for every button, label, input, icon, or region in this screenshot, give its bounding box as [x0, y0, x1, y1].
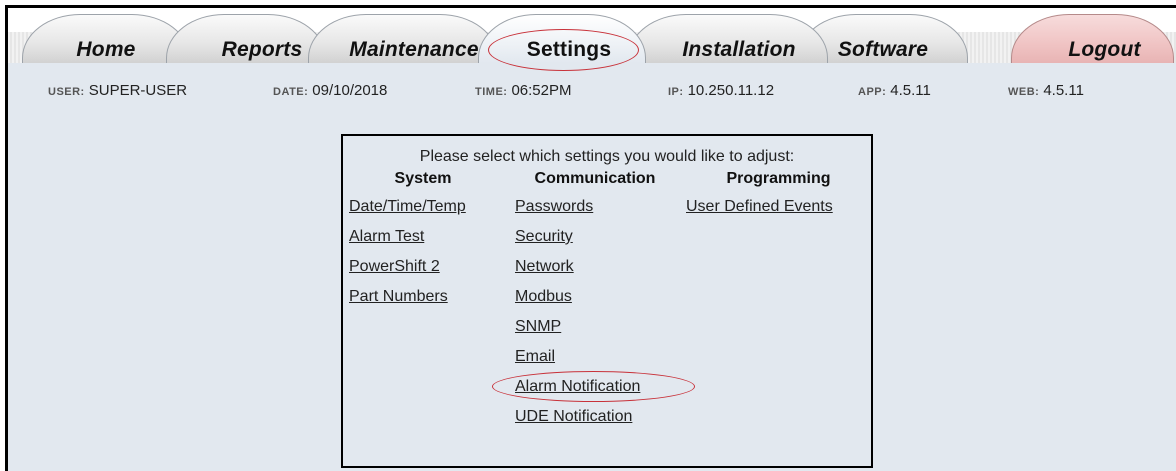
- system-column: System Date/Time/Temp Alarm Test PowerSh…: [349, 170, 497, 312]
- link-alarm-test[interactable]: Alarm Test: [349, 222, 497, 252]
- app-frame: Home Reports Maintenance Settings Instal…: [5, 5, 1176, 471]
- user-info: USER: SUPER-USER: [48, 82, 187, 99]
- tab-bar: Home Reports Maintenance Settings Instal…: [8, 8, 1176, 71]
- date-info: DATE: 09/10/2018: [273, 82, 387, 99]
- link-network[interactable]: Network: [515, 252, 675, 282]
- link-user-defined-events[interactable]: User Defined Events: [686, 192, 871, 222]
- link-snmp[interactable]: SNMP: [515, 312, 675, 342]
- tab-maintenance-label: Maintenance: [349, 38, 479, 61]
- ip-value: 10.250.11.12: [687, 82, 775, 99]
- date-label: DATE:: [273, 86, 309, 98]
- status-bar: USER: SUPER-USER DATE: 09/10/2018 TIME: 06:…: [8, 82, 1176, 104]
- system-header: System: [394, 170, 452, 187]
- time-value: 06:52PM: [511, 82, 572, 99]
- tab-home-label: Home: [76, 38, 136, 61]
- tab-installation-label: Installation: [682, 38, 796, 61]
- communication-header: Communication: [534, 170, 656, 187]
- tab-settings[interactable]: Settings: [478, 14, 646, 63]
- web-value: 4.5.11: [1043, 82, 1084, 99]
- user-label: USER:: [48, 86, 85, 98]
- logout-label: Logout: [1068, 38, 1141, 61]
- app-label: APP:: [858, 86, 887, 98]
- app-value: 4.5.11: [890, 82, 931, 99]
- tab-reports-label: Reports: [221, 38, 303, 61]
- app-version-info: APP: 4.5.11: [858, 82, 931, 99]
- date-value: 09/10/2018: [312, 82, 388, 99]
- time-label: TIME:: [475, 86, 508, 98]
- web-version-info: WEB: 4.5.11: [1008, 82, 1084, 99]
- link-security[interactable]: Security: [515, 222, 675, 252]
- settings-prompt: Please select which settings you would l…: [419, 148, 795, 165]
- link-passwords[interactable]: Passwords: [515, 192, 675, 222]
- link-part-numbers[interactable]: Part Numbers: [349, 282, 497, 312]
- link-modbus[interactable]: Modbus: [515, 282, 675, 312]
- programming-header: Programming: [726, 170, 831, 187]
- tab-settings-label: Settings: [526, 38, 612, 61]
- ip-label: IP:: [668, 86, 684, 98]
- tab-home[interactable]: Home: [22, 14, 190, 63]
- link-email[interactable]: Email: [515, 342, 675, 372]
- web-label: WEB:: [1008, 86, 1040, 98]
- tab-reports[interactable]: Reports: [166, 14, 326, 63]
- link-alarm-notification[interactable]: Alarm Notification: [515, 372, 675, 402]
- tab-maintenance[interactable]: Maintenance: [308, 14, 498, 63]
- communication-column: Communication Passwords Security Network…: [515, 170, 675, 432]
- link-ude-notification[interactable]: UDE Notification: [515, 402, 675, 432]
- programming-column: Programming User Defined Events: [686, 170, 871, 222]
- ip-info: IP: 10.250.11.12: [668, 82, 774, 99]
- settings-panel: Please select which settings you would l…: [341, 134, 873, 468]
- link-date-time-temp[interactable]: Date/Time/Temp: [349, 192, 497, 222]
- user-value: SUPER-USER: [88, 82, 188, 99]
- time-info: TIME: 06:52PM: [475, 82, 572, 99]
- link-powershift-2[interactable]: PowerShift 2: [349, 252, 497, 282]
- logout-tab[interactable]: Logout: [1011, 14, 1174, 63]
- tab-installation[interactable]: Installation: [628, 14, 828, 63]
